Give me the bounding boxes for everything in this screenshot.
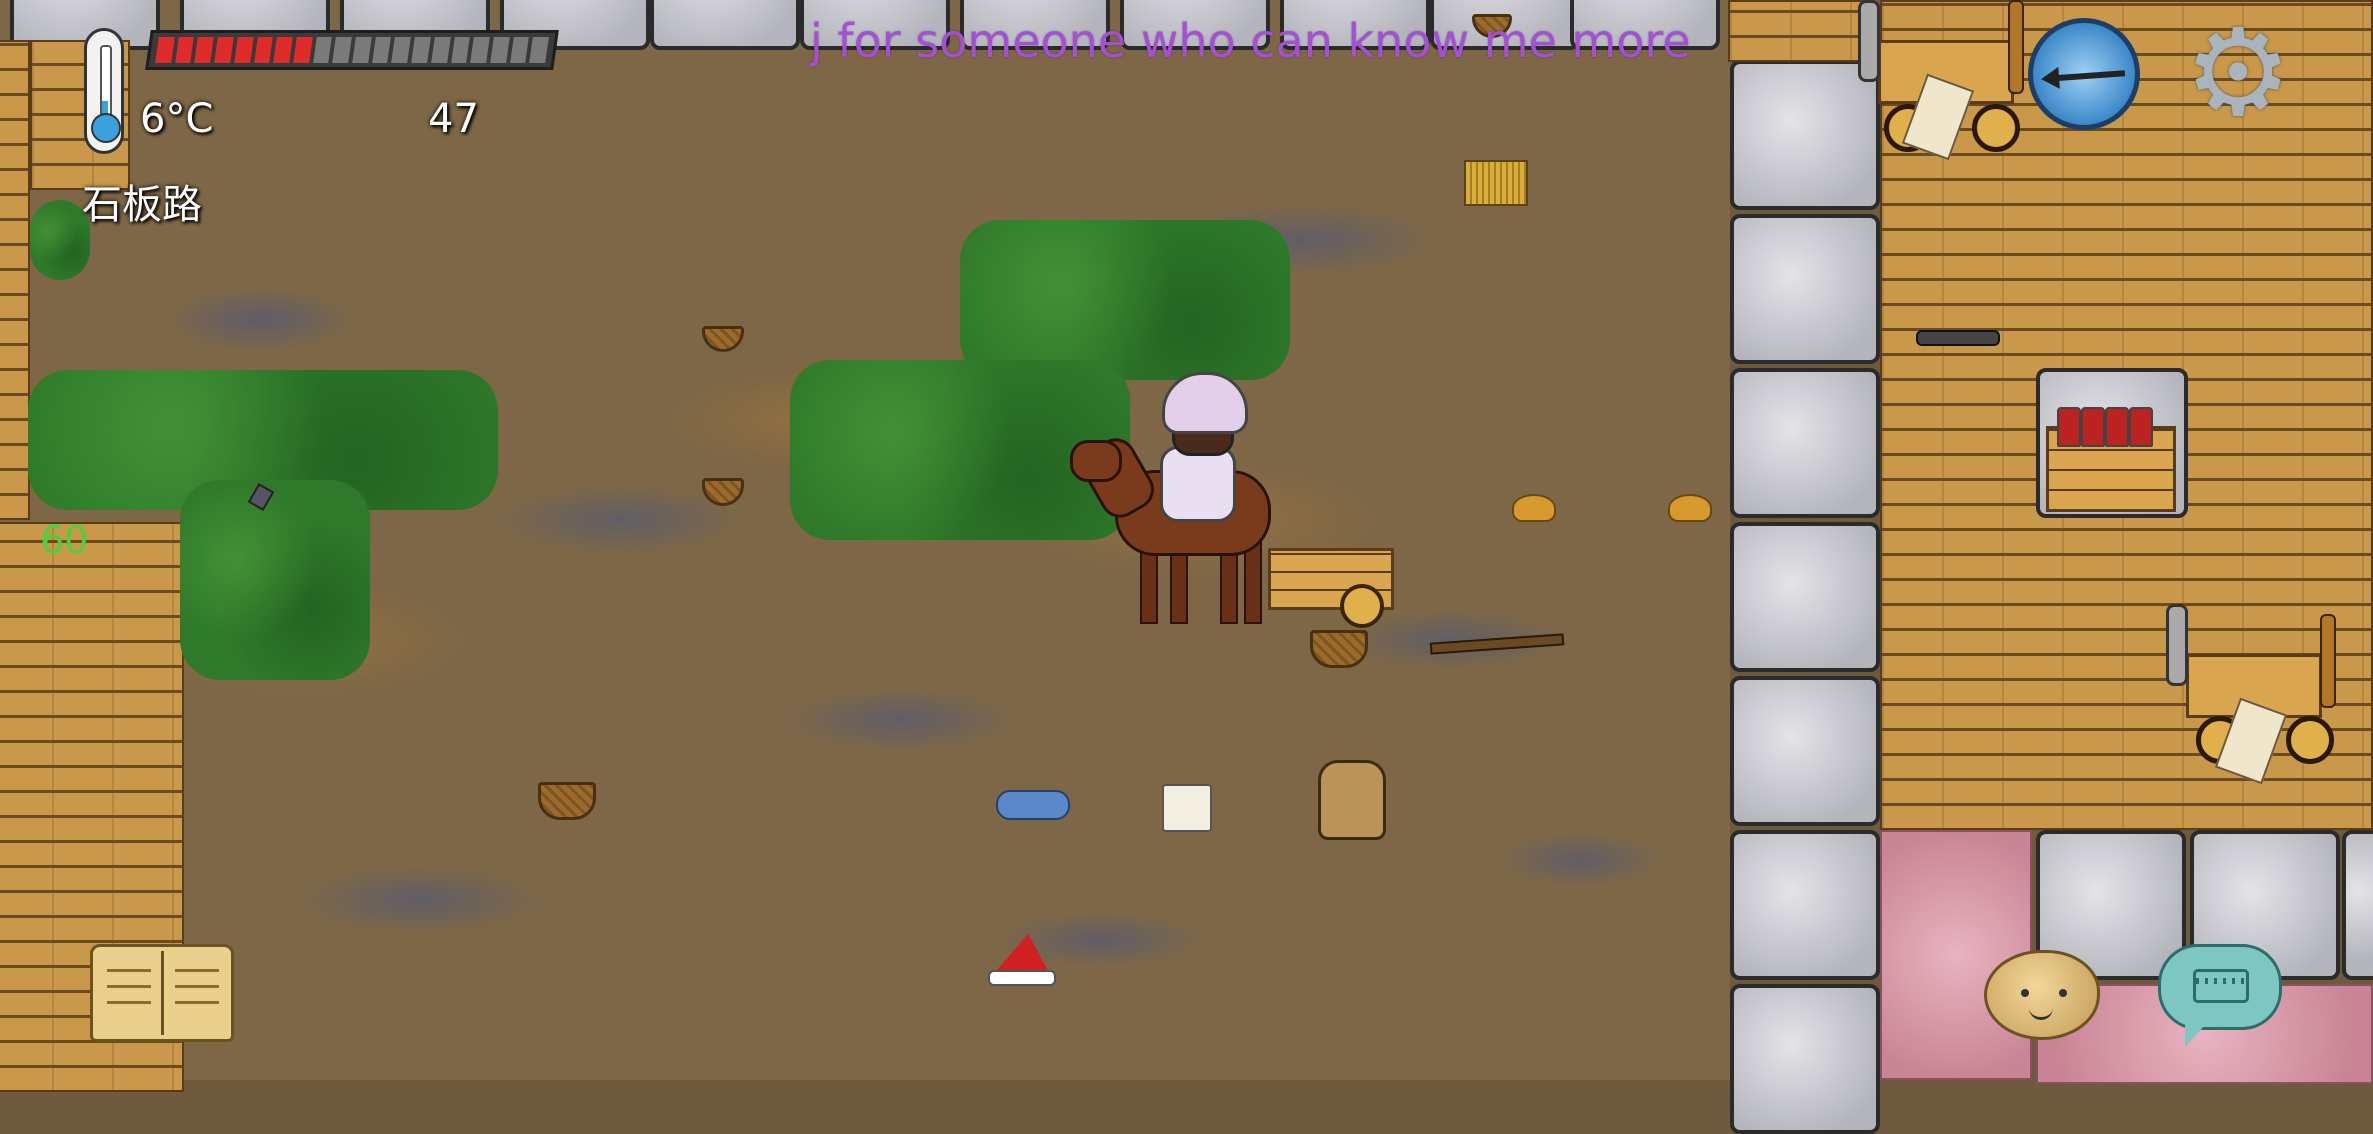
crate-with-jars[interactable] — [2046, 407, 2176, 512]
cloth-item[interactable] — [996, 790, 1070, 820]
food-pip — [371, 37, 392, 63]
wheel-part-item[interactable] — [1916, 330, 2000, 346]
speech-message: j for someone who can know me more — [810, 14, 1691, 68]
age-readout: 47 — [428, 96, 479, 142]
grass-patch — [30, 200, 90, 280]
santa-hat-trim — [988, 970, 1056, 986]
stone-floor-tile — [1730, 214, 1880, 364]
propeller-plane[interactable] — [1858, 0, 2038, 161]
basket-item[interactable] — [538, 782, 596, 820]
thermometer-icon — [84, 28, 124, 154]
basket-item[interactable] — [1310, 630, 1368, 668]
food-pip — [470, 37, 490, 63]
plane-tail — [2008, 0, 2024, 94]
stone-floor-tile — [2342, 830, 2373, 980]
stone-floor-tile — [650, 0, 800, 50]
food-pip — [155, 37, 175, 63]
food-pip — [450, 37, 471, 63]
plane-wheel — [1972, 104, 2020, 152]
stone-floor-tile — [1730, 830, 1880, 980]
wheat-sheaf-item[interactable] — [1464, 160, 1528, 206]
plane-propeller — [1858, 0, 1880, 82]
food-pip — [352, 37, 372, 63]
food-pip — [431, 37, 451, 63]
food-pip — [273, 37, 293, 63]
stone-floor-tile — [1730, 984, 1880, 1134]
jar-item — [2129, 407, 2153, 447]
backpack-item[interactable] — [1318, 760, 1386, 840]
grain-pile-item[interactable] — [1512, 494, 1556, 522]
pink-carpet — [1880, 830, 2032, 1080]
propeller-plane[interactable] — [2166, 604, 2346, 785]
gear-icon[interactable]: ⚙ — [2178, 14, 2298, 134]
food-pip — [312, 37, 333, 63]
stone-floor-tile — [1730, 522, 1880, 672]
grass-patch — [960, 220, 1290, 380]
compass-icon[interactable] — [2028, 18, 2140, 130]
food-pip — [194, 37, 214, 63]
food-pip — [214, 37, 234, 63]
plane-tail — [2320, 614, 2336, 708]
food-pip — [174, 37, 195, 63]
stone-floor-tile — [1730, 368, 1880, 518]
jar-item — [2081, 407, 2105, 447]
plane-propeller — [2166, 604, 2188, 686]
food-pip — [233, 37, 254, 63]
food-pip — [391, 37, 411, 63]
player-character[interactable] — [1070, 370, 1390, 620]
biome-label: 石板路 — [82, 182, 202, 228]
plane-wheel — [2286, 716, 2334, 764]
food-pip — [253, 37, 274, 63]
wood-floor — [0, 40, 30, 520]
yum-counter: 60 — [40, 518, 89, 562]
grass-patch — [180, 480, 370, 680]
food-pip — [332, 37, 352, 63]
book-icon[interactable] — [90, 944, 234, 1042]
keyboard-icon[interactable] — [2158, 944, 2282, 1047]
grain-pile-item[interactable] — [1668, 494, 1712, 522]
food-pip — [411, 37, 431, 63]
temperature-readout: 6°C — [140, 96, 214, 142]
shorts-item[interactable] — [1162, 784, 1212, 832]
food-pip — [529, 37, 549, 63]
food-pip — [490, 37, 510, 63]
wood-floor — [1728, 0, 1868, 62]
food-pip — [509, 37, 530, 63]
food-meter — [145, 30, 559, 70]
jar-item — [2057, 407, 2081, 447]
stone-floor-tile — [1730, 676, 1880, 826]
jar-item — [2105, 407, 2129, 447]
food-pip — [293, 37, 313, 63]
potato-face-icon[interactable] — [1984, 950, 2100, 1040]
